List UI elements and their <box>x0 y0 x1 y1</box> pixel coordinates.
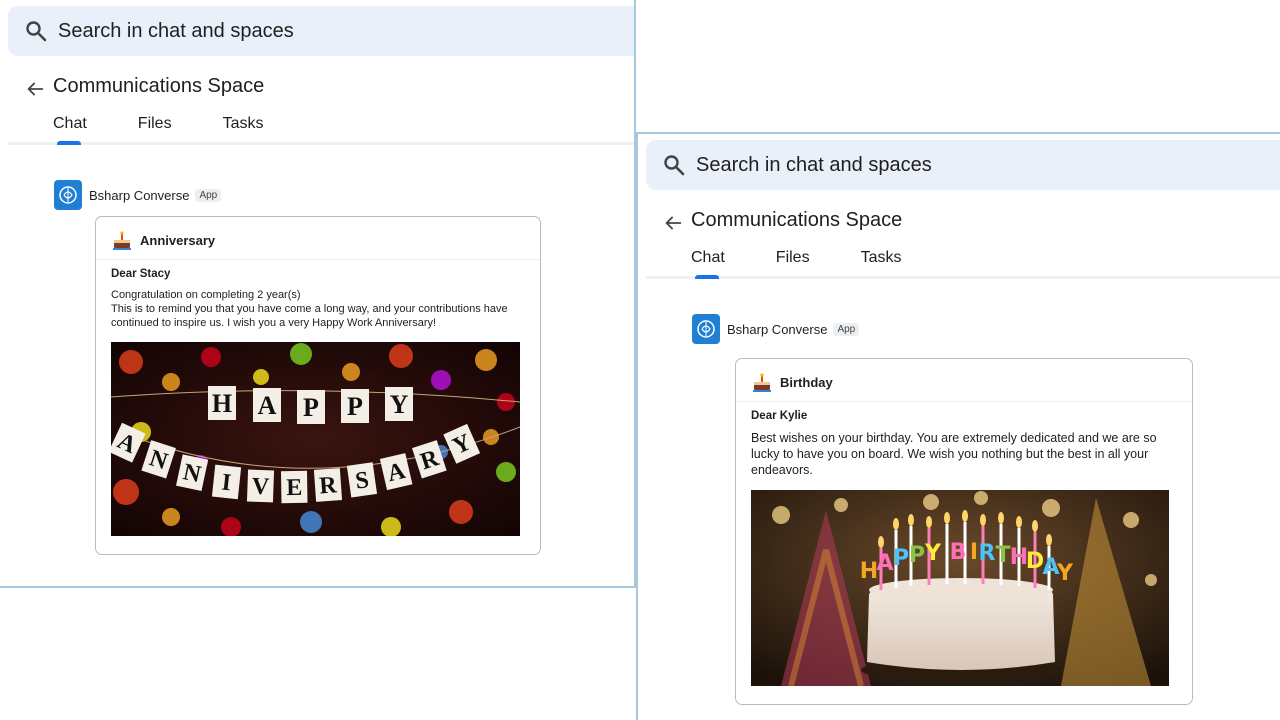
message-text: Best wishes on your birthday. You are ex… <box>751 431 1157 477</box>
candle-letter: H <box>860 559 878 584</box>
card-title: Anniversary <box>140 232 216 248</box>
candle-letter: D <box>1026 549 1044 574</box>
search-placeholder: Search in chat and spaces <box>696 153 932 176</box>
sender-name: Bsharp Converse <box>89 187 190 203</box>
card-body: Dear Stacy Congratulation on completing … <box>96 260 540 554</box>
tab-tasks[interactable]: Tasks <box>223 115 264 141</box>
space-header: Communications Space Chat Files Tasks <box>8 62 634 145</box>
back-arrow-icon[interactable] <box>662 212 684 234</box>
search-bar[interactable]: Search in chat and spaces <box>8 6 634 56</box>
card-header: Birthday <box>736 359 1192 402</box>
candle-letter: I <box>970 540 978 565</box>
birthday-card: Birthday Dear Kylie Best wishes on your … <box>735 358 1193 705</box>
banner-letter: P <box>303 393 319 422</box>
tab-chat[interactable]: Chat <box>691 249 725 279</box>
banner-letter: P <box>347 392 363 421</box>
space-header: Communications Space Chat Files Tasks <box>646 196 1280 279</box>
candle-letter: T <box>995 543 1010 568</box>
app-logo-icon <box>54 180 82 210</box>
sender-name: Bsharp Converse <box>727 321 828 337</box>
candle-letter: A <box>876 551 893 576</box>
space-title: Communications Space <box>53 75 265 97</box>
message-line-2: This is to remind you that you have come… <box>111 303 508 329</box>
banner-letter: H <box>212 389 232 418</box>
tab-files[interactable]: Files <box>776 249 810 275</box>
tab-files[interactable]: Files <box>138 115 172 141</box>
candle-letter: P <box>909 543 925 568</box>
search-icon <box>664 155 685 176</box>
back-arrow-icon[interactable] <box>24 78 46 100</box>
anniversary-card: Anniversary Dear Stacy Congratulation on… <box>95 216 541 555</box>
space-tabs: Chat Files Tasks <box>53 115 314 145</box>
message-line-1: Congratulation on completing 2 year(s) <box>111 289 301 301</box>
tab-tasks[interactable]: Tasks <box>861 249 902 275</box>
greeting: Dear Kylie <box>751 410 808 422</box>
card-header: Anniversary <box>96 217 540 260</box>
svg-text:E: E <box>286 475 302 501</box>
tab-chat[interactable]: Chat <box>53 115 87 145</box>
banner-letter: A <box>258 391 277 420</box>
anniversary-image: H A P P Y A N N I V E R S A R Y <box>111 342 520 536</box>
candle-letter: Y <box>924 541 942 566</box>
candle-letter: P <box>893 546 909 571</box>
card-title: Birthday <box>780 374 833 390</box>
search-icon <box>26 21 47 42</box>
banner-letter: Y <box>390 390 409 419</box>
app-badge: App <box>833 322 860 336</box>
message-sender: Bsharp Converse App <box>54 180 222 210</box>
candle-letter: R <box>979 541 996 566</box>
cake-icon <box>753 373 771 392</box>
candle-letter: B <box>950 540 967 565</box>
app-badge: App <box>195 188 222 202</box>
card-body: Dear Kylie Best wishes on your birthday.… <box>736 402 1192 704</box>
candle-letter: Y <box>1056 561 1074 586</box>
greeting: Dear Stacy <box>111 268 171 280</box>
search-placeholder: Search in chat and spaces <box>58 19 294 42</box>
chat-window-birthday: Search in chat and spaces Communications… <box>636 132 1280 720</box>
app-logo-icon <box>692 314 720 344</box>
chat-window-anniversary: Search in chat and spaces Communications… <box>0 0 636 588</box>
svg-text:V: V <box>251 474 270 501</box>
message-sender: Bsharp Converse App <box>692 314 860 344</box>
svg-text:R: R <box>318 472 338 499</box>
space-title: Communications Space <box>691 209 903 231</box>
birthday-image: H A P P Y B I R T H D A Y <box>751 490 1169 686</box>
search-bar[interactable]: Search in chat and spaces <box>646 140 1280 190</box>
cake-icon <box>113 231 131 250</box>
space-tabs: Chat Files Tasks <box>691 249 952 279</box>
